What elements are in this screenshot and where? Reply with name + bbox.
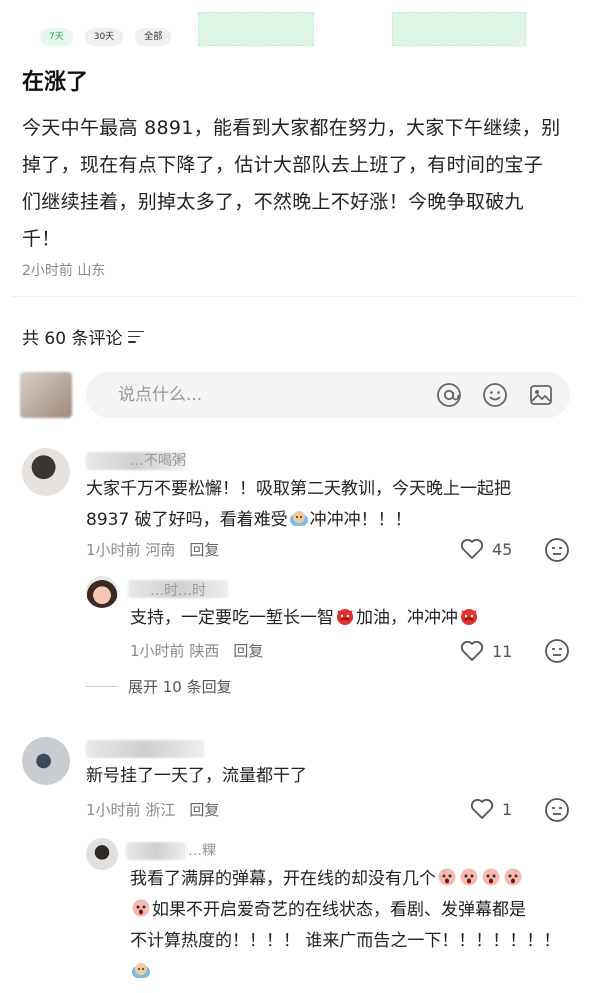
divider [12, 296, 578, 297]
user-avatar [20, 372, 72, 418]
comment-time: 1小时前 [86, 801, 141, 819]
comment-meta: 1小时前 浙江 回复 [86, 799, 219, 820]
dislike-face-icon[interactable] [544, 537, 570, 563]
shocked-emoji-icon [482, 868, 500, 886]
like-button[interactable]: 11 [460, 640, 512, 662]
at-icon[interactable] [436, 382, 462, 408]
like-count: 1 [502, 799, 513, 819]
expand-label: 展开 10 条回复 [128, 678, 232, 696]
shocked-emoji-icon [504, 868, 522, 886]
like-button[interactable]: 45 [460, 538, 512, 560]
reply-text-line: 加油，冲冲冲 [356, 608, 458, 628]
comment-location: 浙江 [145, 801, 176, 819]
dislike-face-icon[interactable] [544, 797, 570, 823]
reply-text-line: 我看了满屏的弹幕，开在线的却没有几个 [130, 869, 436, 889]
reply-meta: 1小时前 陕西 回复 [130, 640, 263, 661]
heart-icon [460, 538, 484, 559]
time-filter-pills: 7天 30天 全部 [40, 28, 172, 46]
replier-avatar[interactable] [86, 576, 118, 608]
reply-link[interactable]: 回复 [189, 539, 219, 560]
comment-text-line: 大家千万不要松懈！！吸取第二天教训，今天晚上一起把 [86, 479, 511, 499]
angry-devil-emoji-icon [337, 609, 353, 625]
replier-name[interactable]: …粿 [188, 840, 216, 860]
reply-text-line: 不计算热度的！！！！ 谁来广而告之一下！！！！！！！ [130, 931, 561, 951]
like-button[interactable]: 1 [470, 798, 512, 820]
comment-text: 新号挂了一天了，流量都干了 [86, 766, 307, 786]
like-count: 11 [492, 641, 513, 661]
sort-filter-icon[interactable] [128, 330, 145, 343]
mosaic-redaction [198, 12, 314, 46]
comment-location: 河南 [145, 541, 176, 559]
comment-text-line: 冲冲冲！！！ [309, 510, 412, 530]
reply-link[interactable]: 回复 [189, 799, 219, 820]
post-location: 山东 [77, 263, 106, 279]
replier-avatar[interactable] [86, 838, 118, 870]
filter-7-days[interactable]: 7天 [40, 28, 73, 46]
image-icon[interactable] [528, 382, 554, 408]
reply-text-line: 如果不开启爱奇艺的在线状态，看剧、发弹幕都是 [152, 900, 526, 920]
post-title: 在涨了 [22, 70, 89, 95]
comment-count: 共 60 条评论 [22, 329, 123, 349]
heart-icon [460, 640, 484, 661]
like-count: 45 [492, 539, 513, 559]
comment-input-bar[interactable] [86, 372, 570, 418]
post-meta: 2小时前 山东 [22, 260, 105, 280]
post-time: 2小时前 [22, 263, 73, 279]
commenter-avatar[interactable] [22, 737, 70, 785]
comment-text: 大家千万不要松懈！！吸取第二天教训，今天晚上一起把 8937 破了好吗，看着难受… [86, 474, 556, 536]
reply-text-line: 支持，一定要吃一堑长一智 [130, 608, 334, 628]
shocked-emoji-icon [438, 868, 456, 886]
dislike-face-icon[interactable] [544, 638, 570, 664]
shocked-emoji-icon [460, 868, 478, 886]
expand-line [86, 686, 118, 687]
comment-time: 1小时前 [86, 541, 141, 559]
expand-replies[interactable]: 展开 10 条回复 [86, 676, 232, 697]
comment-text-line: 8937 破了好吗，看着难受 [86, 510, 288, 530]
replier-name[interactable]: …时…时 [150, 580, 206, 600]
angry-devil-emoji-icon [461, 609, 477, 625]
reply-text: 支持，一定要吃一堑长一智 加油，冲冲冲 [130, 603, 560, 634]
sweating-emoji-icon [132, 963, 150, 978]
comment-count-row[interactable]: 共 60 条评论 [22, 324, 145, 349]
heart-icon [470, 798, 494, 819]
reply-link[interactable]: 回复 [233, 640, 263, 661]
replier-name-redacted [126, 842, 186, 860]
post-body: 今天中午最高 8891，能看到大家都在努力，大家下午继续，别掉了，现在有点下降了… [22, 117, 561, 250]
reply-time: 1小时前 [130, 642, 185, 660]
comment-meta: 1小时前 河南 回复 [86, 539, 219, 560]
mosaic-redaction [392, 12, 526, 46]
commenter-avatar[interactable] [22, 448, 70, 496]
reply-text: 我看了满屏的弹幕，开在线的却没有几个 如果不开启爱奇艺的在线状态，看剧、发弹幕都… [130, 864, 570, 993]
commenter-name-redacted [86, 740, 204, 758]
reply-location: 陕西 [189, 642, 220, 660]
comment-input[interactable] [118, 385, 398, 405]
emoji-icon[interactable] [482, 382, 508, 408]
sweating-emoji-icon [289, 511, 308, 526]
commenter-name[interactable]: …不喝粥 [130, 450, 186, 470]
filter-all[interactable]: 全部 [135, 28, 172, 46]
filter-30-days[interactable]: 30天 [84, 28, 124, 46]
shocked-emoji-icon [132, 899, 150, 917]
